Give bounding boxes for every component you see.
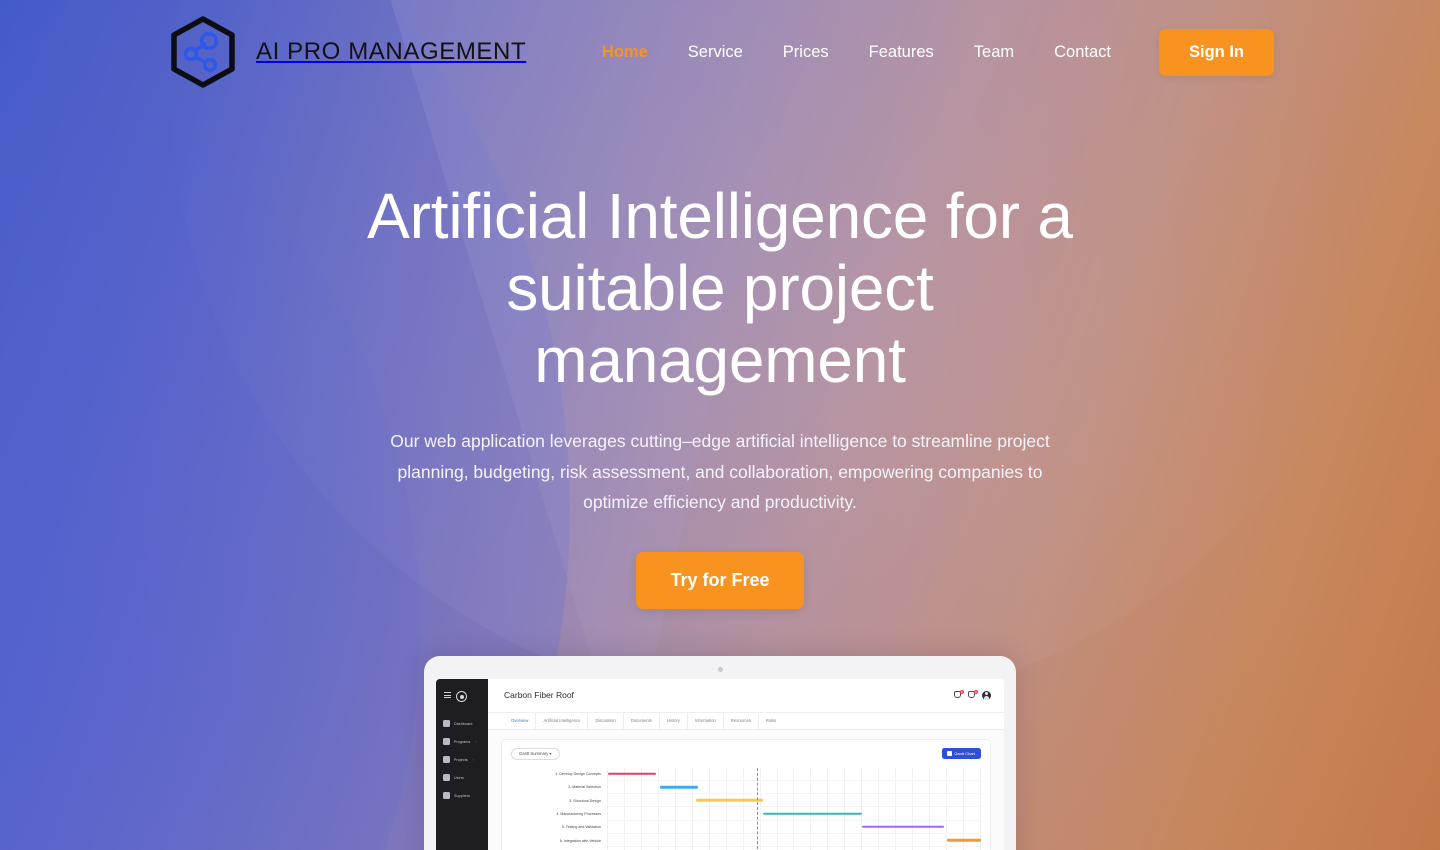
brand-name: AI PRO MANAGEMENT bbox=[256, 38, 527, 65]
app-tabbar: Overview Artificial Intelligence Discuss… bbox=[488, 712, 1004, 730]
nav-item-service[interactable]: Service bbox=[668, 33, 763, 72]
gantt-gridlines bbox=[608, 794, 981, 807]
app-topbar-icons: 0 0 bbox=[954, 689, 991, 700]
dashboard-icon bbox=[443, 720, 450, 727]
sidebar-item-label: Dashboard bbox=[454, 721, 473, 726]
nav-item-home[interactable]: Home bbox=[582, 33, 668, 72]
notifications-icon[interactable]: 0 bbox=[954, 689, 964, 700]
gantt-bar[interactable] bbox=[608, 772, 657, 775]
gantt-track bbox=[607, 767, 981, 781]
sidebar-item-users[interactable]: Users bbox=[436, 769, 488, 787]
alerts-icon[interactable]: 0 bbox=[968, 689, 978, 700]
app-main: Carbon Fiber Roof 0 0 Overview Artificia… bbox=[488, 678, 1004, 850]
app-logo-icon bbox=[456, 690, 467, 702]
programs-icon bbox=[443, 738, 450, 745]
tab-overview[interactable]: Overview bbox=[504, 712, 537, 729]
laptop-camera-dot bbox=[717, 666, 723, 672]
gantt-row: 4. Manufacturing Processes bbox=[511, 807, 981, 821]
gantt-task-label: 6. Integration with Vehicle bbox=[559, 838, 601, 843]
gantt-row: 6. Integration with Vehicle bbox=[511, 833, 981, 848]
app-sidebar-header bbox=[436, 687, 488, 702]
gantt-track bbox=[607, 794, 981, 808]
gantt-row: 1. Develop Design Concepts bbox=[511, 767, 981, 781]
hero-headline: Artificial Intelligence for a suitable p… bbox=[367, 180, 1073, 396]
tab-artificial-intelligence[interactable]: Artificial Intelligence bbox=[536, 712, 589, 729]
hero-cta-wrapper: Try for Free bbox=[0, 551, 1440, 609]
nav-links: Home Service Prices Features Team Contac… bbox=[582, 33, 1131, 72]
tab-information[interactable]: Information bbox=[688, 712, 724, 729]
user-avatar[interactable] bbox=[982, 690, 991, 700]
sidebar-item-projects[interactable]: Projects › bbox=[436, 751, 488, 769]
nav-item-team[interactable]: Team bbox=[954, 33, 1034, 72]
suppliers-icon bbox=[443, 792, 450, 799]
tab-discussion[interactable]: Discussion bbox=[588, 712, 624, 729]
primary-navigation: Home Service Prices Features Team Contac… bbox=[582, 28, 1274, 76]
gantt-track bbox=[607, 833, 981, 848]
app-topbar: Carbon Fiber Roof 0 0 bbox=[488, 678, 1004, 713]
gantt-task-label: 5. Testing and Validation bbox=[561, 825, 601, 830]
tab-resources[interactable]: Resources bbox=[724, 712, 759, 729]
gantt-task-label: 1. Develop Design Concepts bbox=[555, 772, 601, 777]
notification-badge: 0 bbox=[959, 689, 964, 694]
app-sidebar: Dashboard Programs › Projects › Users Su… bbox=[436, 678, 488, 850]
gantt-bar[interactable] bbox=[947, 838, 981, 842]
chevron-right-icon: › bbox=[475, 739, 477, 744]
gantt-task-label: 3. Structural Design bbox=[569, 798, 601, 803]
landing-page: AI PRO MANAGEMENT Home Service Prices Fe… bbox=[0, 0, 1440, 850]
try-for-free-button[interactable]: Try for Free bbox=[636, 551, 804, 609]
sidebar-item-label: Users bbox=[454, 775, 464, 780]
hexagon-network-icon bbox=[171, 16, 235, 88]
product-screenshot-mockup: Dashboard Programs › Projects › Users Su… bbox=[424, 655, 1016, 850]
gantt-track bbox=[607, 820, 981, 834]
gantt-summary-dropdown[interactable]: Gantt Summary ▾ bbox=[511, 747, 560, 760]
gantt-row: 2. Material Selection bbox=[511, 780, 981, 795]
app-content: Gantt Summary ▾ Gantt Chart 1. Develop D… bbox=[488, 730, 1004, 850]
sidebar-item-label: Suppliers bbox=[454, 793, 470, 798]
project-title: Carbon Fiber Roof bbox=[504, 690, 574, 700]
gantt-chart-button-label: Gantt Chart bbox=[954, 751, 975, 756]
users-icon bbox=[443, 774, 450, 781]
app-screen: Dashboard Programs › Projects › Users Su… bbox=[436, 678, 1004, 850]
tab-history[interactable]: History bbox=[660, 712, 688, 729]
gantt-card: Gantt Summary ▾ Gantt Chart 1. Develop D… bbox=[501, 738, 991, 850]
gantt-row: 5. Testing and Validation bbox=[511, 820, 981, 834]
gantt-chart-button[interactable]: Gantt Chart bbox=[942, 748, 981, 759]
gantt-bar[interactable] bbox=[660, 785, 698, 789]
app-sidebar-nav: Dashboard Programs › Projects › Users Su… bbox=[436, 715, 488, 805]
gantt-gridlines bbox=[608, 767, 981, 780]
hero-subtitle: Our web application leverages cutting–ed… bbox=[390, 431, 1050, 512]
alert-badge: 0 bbox=[973, 689, 978, 694]
sidebar-item-label: Programs bbox=[454, 739, 471, 744]
sidebar-item-label: Projects bbox=[454, 757, 468, 762]
gantt-track bbox=[607, 780, 981, 795]
brand-logo-link[interactable]: AI PRO MANAGEMENT bbox=[166, 15, 526, 89]
sidebar-item-suppliers[interactable]: Suppliers bbox=[436, 787, 488, 805]
site-header: AI PRO MANAGEMENT Home Service Prices Fe… bbox=[0, 0, 1440, 104]
gantt-bar[interactable] bbox=[762, 812, 862, 815]
gantt-task-label: 2. Material Selection bbox=[568, 785, 601, 790]
gantt-track bbox=[607, 807, 981, 821]
sidebar-item-programs[interactable]: Programs › bbox=[436, 733, 488, 751]
chart-icon bbox=[947, 751, 952, 756]
gantt-gridlines bbox=[608, 833, 981, 847]
gantt-task-label: 4. Manufacturing Processes bbox=[556, 812, 601, 817]
gantt-bar[interactable] bbox=[861, 825, 944, 829]
sign-in-button[interactable]: Sign In bbox=[1159, 28, 1274, 76]
sidebar-item-dashboard[interactable]: Dashboard bbox=[436, 715, 488, 733]
chevron-right-icon: › bbox=[472, 757, 474, 762]
tab-risks[interactable]: Risks bbox=[759, 712, 783, 729]
gantt-bar[interactable] bbox=[695, 798, 763, 802]
gantt-chart: 1. Develop Design Concepts 2. Material Se… bbox=[511, 767, 981, 850]
laptop-frame: Dashboard Programs › Projects › Users Su… bbox=[424, 655, 1016, 850]
nav-item-contact[interactable]: Contact bbox=[1034, 33, 1131, 72]
hamburger-menu-icon[interactable] bbox=[444, 692, 451, 700]
gantt-card-header: Gantt Summary ▾ Gantt Chart bbox=[511, 747, 981, 760]
gantt-row: 3. Structural Design bbox=[511, 794, 981, 808]
nav-item-features[interactable]: Features bbox=[849, 33, 954, 72]
hero-section: Artificial Intelligence for a suitable p… bbox=[0, 104, 1440, 609]
nav-item-prices[interactable]: Prices bbox=[763, 33, 849, 72]
projects-icon bbox=[443, 756, 450, 763]
tab-documents[interactable]: Documents bbox=[624, 712, 660, 729]
